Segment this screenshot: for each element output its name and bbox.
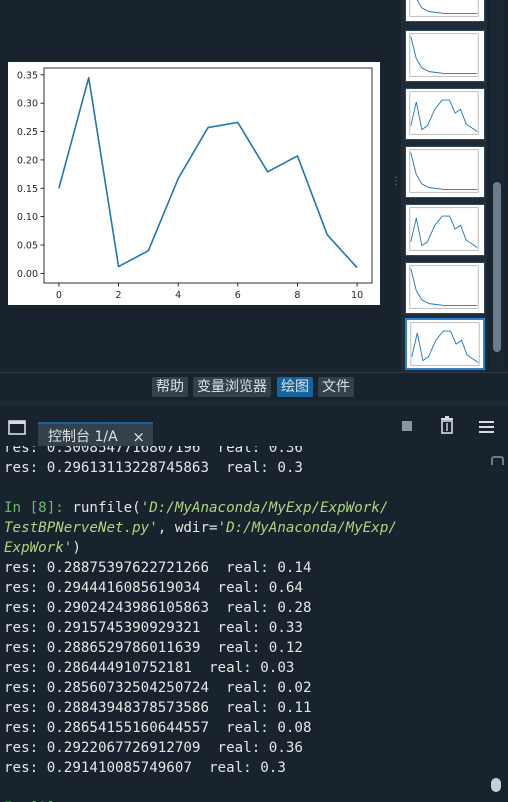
y-tick-label: 0.00 [17,269,38,280]
console-line: res: 0.286444910752181 real: 0.03 [4,658,484,678]
y-tick-label: 0.15 [17,184,38,195]
plot-thumbnail[interactable] [405,88,485,140]
figure: 0.00 0.05 0.10 0.15 0.20 0.25 0.30 0.35 0 2 4 6 8 10 [8,62,380,305]
console-line: res: 0.2886529786011639 real: 0.12 [4,638,484,658]
console-line: TestBPNerveNet.py', wdir='D:/MyAnaconda/… [4,518,484,538]
tab-plots[interactable]: 绘图 [277,377,313,397]
console-output-text: res: 0.291410085749607 real: 0.3 [4,760,286,776]
console-output-text: res: 0.2944416085619034 real: 0.64 [4,580,303,596]
x-tick-label: 4 [175,290,181,301]
console-output-text: res: 0.28654155160644557 real: 0.08 [4,720,312,736]
x-tick-label: 0 [56,290,62,301]
plots-pane: 0.00 0.05 0.10 0.15 0.20 0.25 0.30 0.35 0 2 4 6 8 10 … [0,0,508,372]
console-output-text: res: 0.2922067726912709 real: 0.36 [4,740,303,756]
tab-help[interactable]: 帮助 [152,377,188,397]
console-string: 'D:/MyAnaconda/MyExp/ [217,520,397,536]
console-tab-label: 控制台 1/A [48,429,118,445]
console-output-text: res: 0.286444910752181 real: 0.03 [4,660,295,676]
console-output-text: res: 0.28843948378573586 real: 0.11 [4,700,312,716]
console-output-text: res: 0.28875397622721266 real: 0.14 [4,560,312,576]
line-chart: 0.00 0.05 0.10 0.15 0.20 0.25 0.30 0.35 0 2 4 6 8 10 [17,67,373,301]
console-output-text: res: 0.2886529786011639 real: 0.12 [4,640,303,656]
console-string: ExpWork' [4,540,73,556]
console-line: In [9]: [4,798,484,802]
tab-variable-explorer[interactable]: 变量浏览器 [193,377,271,397]
console-line: ExpWork') [4,538,484,558]
x-tick-label: 10 [351,290,363,301]
console-text: res: 0.3008547716807196 real: 0.36 res: 0… [4,446,484,802]
console-output-text: res: 0.28560732504250724 real: 0.02 [4,680,312,696]
plot-thumbnail[interactable] [405,318,485,370]
thumbnail-scrollbar[interactable] [490,0,504,368]
console-line: res: 0.2915745390929321 real: 0.33 [4,618,484,638]
thumbnail-strip [401,0,487,372]
plot-thumbnail[interactable] [405,0,485,22]
y-tick-label: 0.05 [17,240,38,251]
console-scrollbar[interactable] [490,456,504,796]
plot-thumbnail[interactable] [405,30,485,82]
console-scrollbar-handle[interactable] [491,778,501,792]
console-line: res: 0.29613113228745863 real: 0.3 [4,458,484,478]
y-tick-label: 0.20 [17,155,38,166]
y-tick-label: 0.10 [17,212,38,223]
splitter-handle[interactable]: ⋮ [391,176,401,188]
console-line: In [8]: runfile('D:/MyAnaconda/MyExp/Exp… [4,498,484,518]
console-output-text: res: 0.3008547716807196 real: 0.36 [4,446,303,456]
x-tick-label: 2 [116,290,122,301]
tab-files[interactable]: 文件 [318,377,354,397]
y-tick-label: 0.25 [17,127,38,138]
plot-thumbnail[interactable] [405,146,485,198]
window-icon[interactable] [8,420,26,436]
console-output-text: res: 0.29613113228745863 real: 0.3 [4,460,303,476]
console-toolbar: 控制台 1/A × [0,400,508,452]
console-line: res: 0.2922067726912709 real: 0.36 [4,738,484,758]
console-output[interactable]: res: 0.3008547716807196 real: 0.36 res: 0… [0,446,508,802]
plot-thumbnail[interactable] [405,204,485,256]
scrollbar-handle[interactable] [493,182,501,352]
trash-icon[interactable] [440,416,454,434]
x-tick-label: 6 [235,290,241,301]
series-line-0 [58,76,358,269]
console-output-text: res: 0.2915745390929321 real: 0.33 [4,620,303,636]
console-line: res: 0.28843948378573586 real: 0.11 [4,698,484,718]
console-output-text: res: 0.29024243986105863 real: 0.28 [4,600,312,616]
console-prompt: In [8]: [4,500,73,516]
y-tick-label: 0.35 [17,70,38,81]
x-tick-label: 8 [294,290,300,301]
plot-frame [43,67,373,284]
y-tick-label: 0.30 [17,99,38,110]
console-string: 'D:/MyAnaconda/MyExp/ExpWork/ [140,500,389,516]
plot-canvas: 0.00 0.05 0.10 0.15 0.20 0.25 0.30 0.35 0 2 4 6 8 10 [0,0,392,372]
plot-thumbnail[interactable] [405,262,485,314]
console-line: res: 0.291410085749607 real: 0.3 [4,758,484,778]
console-string: TestBPNerveNet.py' [4,520,158,536]
pane-tab-bar: 帮助 变量浏览器 绘图 文件 [0,372,508,401]
console-command: ) [72,540,81,556]
console-line: res: 0.2944416085619034 real: 0.64 [4,578,484,598]
console-line: res: 0.28560732504250724 real: 0.02 [4,678,484,698]
console-command: runfile( [72,500,141,516]
stop-icon[interactable] [401,420,413,432]
menu-icon[interactable] [479,420,495,434]
scroll-up-arrow-icon[interactable] [491,456,504,465]
console-line: res: 0.28654155160644557 real: 0.08 [4,718,484,738]
console-line: res: 0.29024243986105863 real: 0.28 [4,598,484,618]
console-line: res: 0.3008547716807196 real: 0.36 [4,446,484,458]
console-line: res: 0.28875397622721266 real: 0.14 [4,558,484,578]
console-command: , wdir= [157,520,218,536]
